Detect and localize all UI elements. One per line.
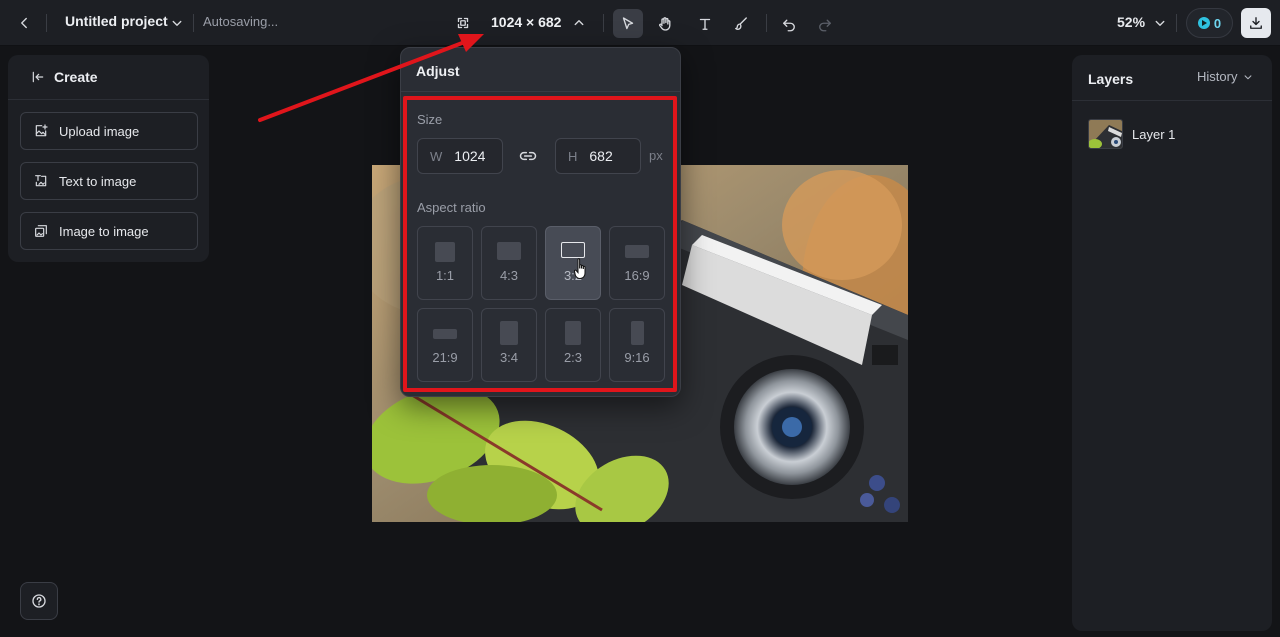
- resize-icon: [457, 17, 469, 29]
- ratio-2-3-preview: [565, 321, 581, 345]
- resize-canvas-button[interactable]: [453, 13, 473, 33]
- layer-thumbnail: [1088, 119, 1123, 149]
- ratio-3-4-preview: [500, 321, 518, 345]
- project-title[interactable]: Untitled project: [65, 13, 168, 29]
- text-tool-button[interactable]: [690, 9, 720, 38]
- canvas-size-label[interactable]: 1024 × 682: [491, 14, 561, 30]
- image-to-image-icon: [35, 225, 47, 237]
- divider: [46, 14, 47, 32]
- aspect-ratio-section-label: Aspect ratio: [417, 200, 486, 215]
- history-label: History: [1197, 69, 1238, 84]
- download-icon: [1250, 17, 1262, 29]
- redo-button[interactable]: [810, 9, 840, 38]
- create-panel: Create Upload image Text to image Image …: [8, 55, 209, 262]
- adjust-header: Adjust: [401, 48, 680, 92]
- upload-image-button[interactable]: Upload image: [20, 112, 198, 150]
- layer-thumbnail-image: [1089, 120, 1122, 148]
- text-to-image-icon: [35, 175, 47, 187]
- credits-count: 0: [1213, 15, 1222, 31]
- ratio-4-3-preview: [497, 242, 521, 260]
- divider: [603, 14, 604, 32]
- aspect-lock-button[interactable]: [518, 146, 538, 166]
- hand-tool-button[interactable]: [650, 9, 680, 38]
- divider: [1176, 14, 1177, 32]
- brush-tool-button[interactable]: [726, 9, 756, 38]
- download-button[interactable]: [1241, 8, 1271, 38]
- ratio-label: 4:3: [499, 268, 519, 283]
- chevron-down-icon: [1245, 74, 1252, 79]
- text-icon: [699, 18, 711, 30]
- ratio-label: 9:16: [624, 350, 650, 365]
- upload-image-icon: [35, 124, 48, 137]
- ratio-9-16[interactable]: 9:16: [609, 308, 665, 382]
- ratio-3-4[interactable]: 3:4: [481, 308, 537, 382]
- ratio-21-9-preview: [433, 329, 457, 339]
- undo-icon: [783, 19, 795, 31]
- help-icon: [32, 594, 46, 608]
- size-section-label: Size: [417, 112, 443, 127]
- autosave-status: Autosaving...: [203, 14, 279, 29]
- height-field[interactable]: H 682: [555, 138, 641, 174]
- layer-item[interactable]: Layer 1: [1088, 118, 1258, 150]
- zoom-menu-button[interactable]: [1151, 14, 1169, 32]
- brush-icon: [735, 16, 747, 30]
- ratio-16-9[interactable]: 16:9: [609, 226, 665, 300]
- select-tool-button[interactable]: [613, 9, 643, 38]
- layers-panel: Layers History Layer 1: [1072, 55, 1272, 631]
- image-to-image-label: Image to image: [59, 223, 149, 239]
- width-field[interactable]: W 1024: [417, 138, 503, 174]
- ratio-21-9[interactable]: 21:9: [417, 308, 473, 382]
- canvas-size-toggle[interactable]: [570, 14, 588, 32]
- ratio-4-3[interactable]: 4:3: [481, 226, 537, 300]
- divider: [193, 14, 194, 32]
- undo-button[interactable]: [774, 9, 804, 38]
- upload-image-label: Upload image: [59, 123, 140, 139]
- ratio-label: 2:3: [563, 350, 583, 365]
- ratio-1-1-preview: [435, 242, 455, 262]
- chevron-down-icon: [172, 20, 182, 26]
- adjust-title: Adjust: [416, 63, 460, 79]
- create-panel-header[interactable]: Create: [8, 55, 209, 100]
- collapse-left-icon: [32, 71, 44, 83]
- ratio-label: 16:9: [624, 268, 650, 283]
- ratio-label: 3:4: [499, 350, 519, 365]
- history-tab[interactable]: History: [1197, 69, 1255, 84]
- ratio-16-9-preview: [625, 245, 649, 258]
- text-to-image-button[interactable]: Text to image: [20, 162, 198, 200]
- image-to-image-button[interactable]: Image to image: [20, 212, 198, 250]
- layers-tab[interactable]: Layers: [1088, 71, 1133, 87]
- ratio-9-16-preview: [630, 321, 644, 345]
- adjust-popover: Adjust Size W 1024 H 682 px Aspect ratio…: [400, 47, 681, 397]
- zoom-level[interactable]: 52%: [1117, 14, 1145, 30]
- text-to-image-label: Text to image: [59, 173, 137, 189]
- chevron-left-icon: [21, 17, 27, 29]
- ratio-label: 21:9: [432, 350, 458, 365]
- back-button[interactable]: [12, 11, 36, 35]
- ratio-2-3[interactable]: 2:3: [545, 308, 601, 382]
- width-value: 1024: [454, 148, 486, 164]
- credits-icon: [1197, 17, 1210, 29]
- chevron-up-icon: [574, 20, 584, 26]
- height-value: 682: [589, 148, 613, 164]
- help-button[interactable]: [20, 582, 58, 620]
- height-prefix: H: [568, 148, 578, 164]
- width-prefix: W: [430, 148, 443, 164]
- chevron-down-icon: [1155, 20, 1165, 26]
- credits-badge[interactable]: 0: [1186, 8, 1233, 38]
- divider: [766, 14, 767, 32]
- unit-label: px: [649, 148, 663, 163]
- layers-panel-header: Layers History: [1072, 55, 1272, 101]
- pointer-icon: [622, 16, 634, 29]
- redo-icon: [819, 19, 831, 31]
- create-panel-title: Create: [54, 69, 98, 85]
- ratio-3-2-preview: [561, 242, 585, 258]
- link-icon: [519, 151, 537, 161]
- project-menu-button[interactable]: [168, 14, 186, 32]
- layer-name: Layer 1: [1132, 126, 1176, 142]
- ratio-1-1[interactable]: 1:1: [417, 226, 473, 300]
- ratio-label: 1:1: [435, 268, 455, 283]
- top-bar: Untitled project Autosaving... 1024 × 68…: [0, 0, 1280, 46]
- hand-cursor-icon: [573, 258, 586, 280]
- hand-icon: [659, 16, 671, 31]
